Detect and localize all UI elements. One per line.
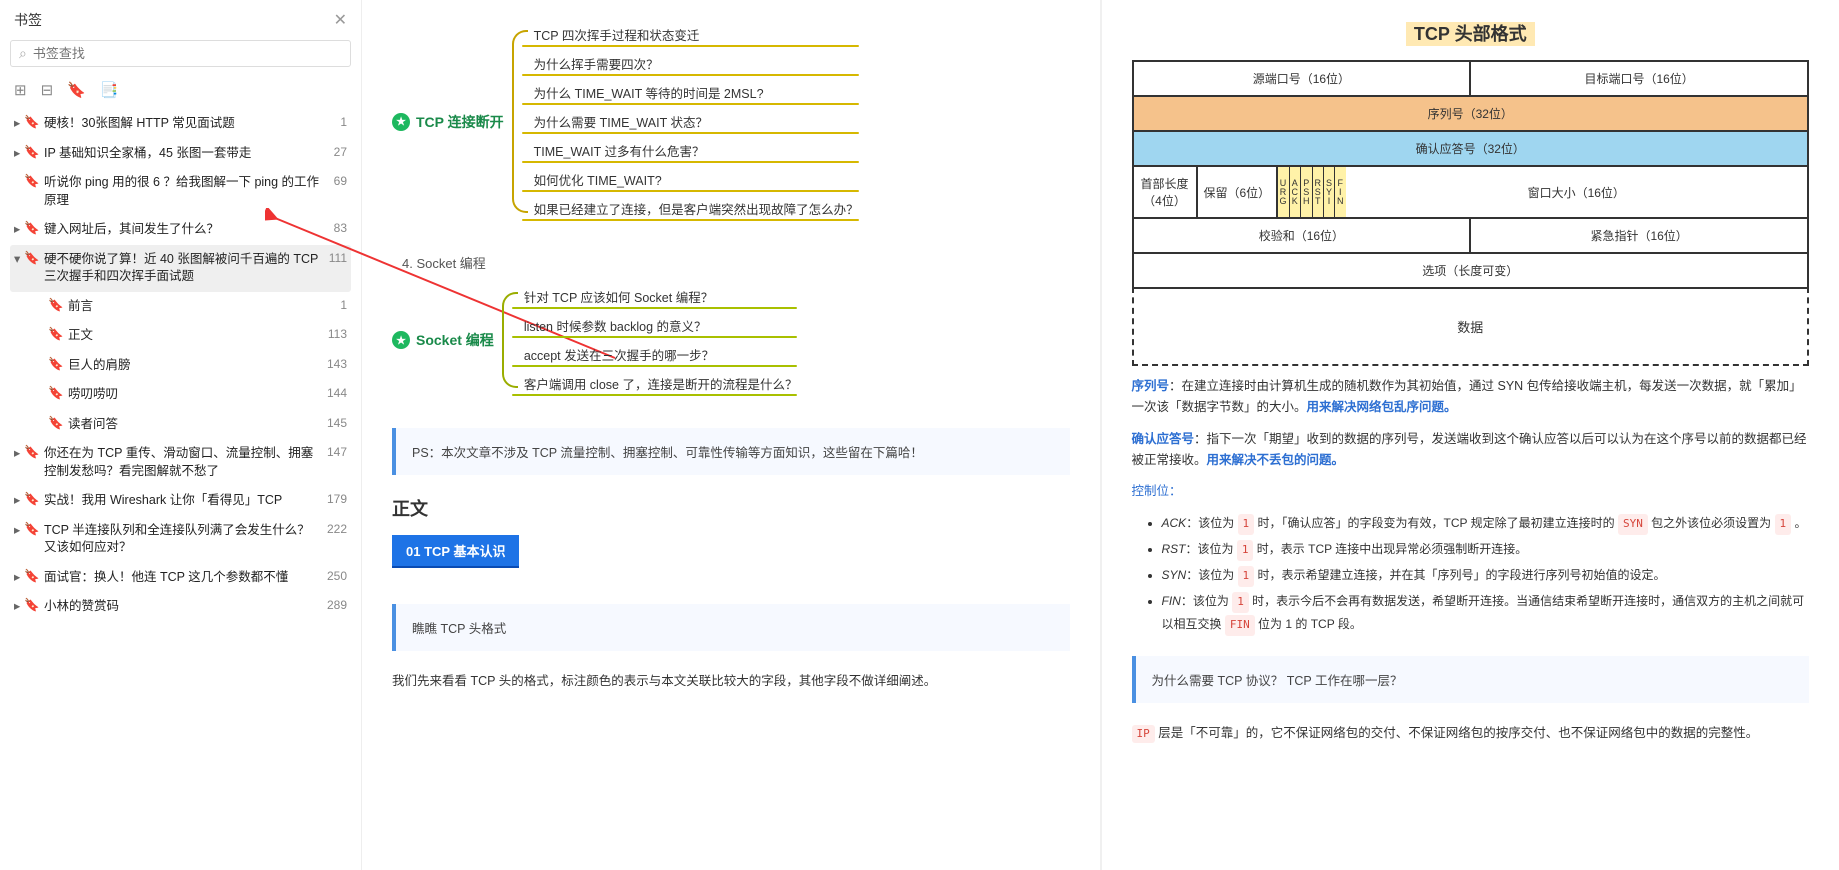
cell: 选项（长度可变） — [1134, 254, 1808, 287]
bookmark-item[interactable]: ▸🔖实战！我用 Wireshark 让你「看得见」TCP179 — [10, 486, 351, 516]
cell-data: 数据 — [1132, 287, 1810, 366]
search-input-wrap[interactable]: ⌕ — [10, 40, 351, 67]
cell: 目标端口号（16位） — [1469, 62, 1807, 95]
section-bar: 01 TCP 基本认识 — [392, 535, 519, 568]
close-icon[interactable]: ✕ — [334, 10, 347, 30]
paragraph: IP 层是「不可靠」的，它不保证网络包的交付、不保证网络包的按序交付、也不保证网… — [1132, 723, 1810, 744]
star-icon: ★ — [392, 113, 410, 131]
mindmap-branch: 如果已经建立了连接，但是客户端突然出现故障了怎么办？ — [512, 194, 859, 223]
bookmark-item[interactable]: ▸🔖TCP 半连接队列和全连接队列满了会发生什么？又该如何应对？222 — [10, 516, 351, 563]
mindmap-root-label: TCP 连接断开 — [416, 112, 504, 132]
bookmark-item[interactable]: 🔖巨人的肩膀143 — [10, 351, 351, 381]
bookmark-icon[interactable]: 🔖 — [67, 81, 86, 99]
mindmap-branch: listen 时候参数 backlog 的意义？ — [502, 311, 798, 340]
mindmap-root-label: Socket 编程 — [416, 330, 494, 350]
bookmark-list: ▸🔖硬核！30张图解 HTTP 常见面试题1▸🔖IP 基础知识全家桶，45 张图… — [0, 109, 361, 870]
mindmap-branch: 为什么需要 TIME_WAIT 状态？ — [512, 107, 859, 136]
bookmark-item[interactable]: ▸🔖IP 基础知识全家桶，45 张图一套带走27 — [10, 139, 351, 169]
def-ack: 确认应答号：指下一次「期望」收到的数据的序列号，发送端收到这个确认应答以后可以认… — [1132, 429, 1810, 472]
paragraph: 我们先来看看 TCP 头的格式，标注颜色的表示与本文关联比较大的字段，其他字段不… — [392, 671, 1070, 692]
flag-defs: ACK：该位为 1 时，「确认应答」的字段变为有效，TCP 规定除了最初建立连接… — [1132, 512, 1810, 635]
mindmap-socket: ★ Socket 编程 针对 TCP 应该如何 Socket 编程？listen … — [392, 282, 1070, 398]
bookmark-item[interactable]: 🔖正文113 — [10, 321, 351, 351]
bookmark-item[interactable]: ▸🔖小林的赞赏码289 — [10, 592, 351, 622]
tcp-header-table: 源端口号（16位）目标端口号（16位） 序列号（32位） 确认应答号（32位） … — [1132, 60, 1810, 289]
mindmap-branch: 客户端调用 close 了，连接是断开的流程是什么？ — [502, 369, 798, 398]
bookmark-item[interactable]: 🔖前言1 — [10, 292, 351, 322]
bookmark-sidebar: 书签 ✕ ⌕ ⊞ ⊟ 🔖 📑 ▸🔖硬核！30张图解 HTTP 常见面试题1▸🔖I… — [0, 0, 362, 870]
mindmap-branch: 为什么挥手需要四次？ — [512, 49, 859, 78]
note-box: 瞧瞧 TCP 头格式 — [392, 604, 1070, 651]
right-column: TCP 头部格式 源端口号（16位）目标端口号（16位） 序列号（32位） 确认… — [1100, 0, 1839, 870]
cell: 校验和（16位） — [1134, 219, 1470, 252]
bookmark-item[interactable]: ▸🔖你还在为 TCP 重传、滑动窗口、流量控制、拥塞控制发愁吗？看完图解就不愁了… — [10, 439, 351, 486]
bookmark-item[interactable]: ▸🔖硬核！30张图解 HTTP 常见面试题1 — [10, 109, 351, 139]
left-column: ★ TCP 连接断开 TCP 四次挥手过程和状态变迁为什么挥手需要四次？为什么 T… — [362, 0, 1100, 870]
mindmap-branch: 如何优化 TIME_WAIT? — [512, 165, 859, 194]
section-heading: 4. Socket 编程 — [402, 253, 1070, 272]
mindmap-branch: accept 发送在三次握手的哪一步？ — [502, 340, 798, 369]
mindmap-branch: TCP 四次挥手过程和状态变迁 — [512, 20, 859, 49]
cell: 序列号（32位） — [1134, 97, 1808, 130]
mindmap-tcp-disconnect: ★ TCP 连接断开 TCP 四次挥手过程和状态变迁为什么挥手需要四次？为什么 T… — [392, 20, 1070, 223]
bookmark-item[interactable]: ▸🔖面试官：换人！他连 TCP 这几个参数都不懂250 — [10, 563, 351, 593]
search-icon: ⌕ — [19, 45, 27, 62]
expand-icon[interactable]: ⊞ — [14, 81, 27, 99]
bookmark-item[interactable]: 🔖唠叨唠叨144 — [10, 380, 351, 410]
bookmark-item[interactable]: 🔖听说你 ping 用的很 6 ？给我图解一下 ping 的工作原理69 — [10, 168, 351, 215]
note-box: PS：本次文章不涉及 TCP 流量控制、拥塞控制、可靠性传输等方面知识，这些留在… — [392, 428, 1070, 475]
question-box: 为什么需要 TCP 协议？ TCP 工作在哪一层？ — [1132, 656, 1810, 703]
flag-cell: SYI — [1323, 167, 1334, 217]
flag-cell: ACK — [1289, 167, 1301, 217]
sidebar-title: 书签 — [14, 10, 42, 30]
cell: 窗口大小（16位） — [1346, 167, 1807, 217]
search-input[interactable] — [33, 46, 342, 61]
collapse-icon[interactable]: ⊟ — [41, 81, 54, 99]
bookmark-item[interactable]: ▸🔖键入网址后，其间发生了什么？83 — [10, 215, 351, 245]
flag-cell: URG — [1276, 167, 1289, 217]
bookmark-item[interactable]: 🔖读者问答145 — [10, 410, 351, 440]
star-icon: ★ — [392, 331, 410, 349]
bookmark-outline-icon[interactable]: 📑 — [100, 81, 119, 99]
sidebar-toolbar: ⊞ ⊟ 🔖 📑 — [0, 75, 361, 109]
bookmark-item[interactable]: ▾🔖硬不硬你说了算！近 40 张图解被问千百遍的 TCP 三次握手和四次挥手面试… — [10, 245, 351, 292]
def-ctrl: 控制位： — [1132, 481, 1810, 502]
tcp-header-title: TCP 头部格式 — [1132, 20, 1810, 46]
flag-cell: PSH — [1300, 167, 1312, 217]
cell: 紧急指针（16位） — [1469, 219, 1807, 252]
flag-cell: RST — [1312, 167, 1324, 217]
mindmap-branch: TIME_WAIT 过多有什么危害？ — [512, 136, 859, 165]
flag-cell: FIN — [1334, 167, 1346, 217]
mindmap-branch: 针对 TCP 应该如何 Socket 编程？ — [502, 282, 798, 311]
def-seq: 序列号：在建立连接时由计算机生成的随机数作为其初始值，通过 SYN 包传给接收端… — [1132, 376, 1810, 419]
mindmap-branch: 为什么 TIME_WAIT 等待的时间是 2MSL? — [512, 78, 859, 107]
heading-main: 正文 — [392, 495, 1070, 521]
cell: 保留（6位） — [1196, 167, 1276, 217]
cell: 源端口号（16位） — [1134, 62, 1470, 95]
cell: 确认应答号（32位） — [1134, 132, 1808, 165]
content-area: ★ TCP 连接断开 TCP 四次挥手过程和状态变迁为什么挥手需要四次？为什么 T… — [362, 0, 1839, 870]
cell: 首部长度（4位） — [1134, 167, 1196, 217]
